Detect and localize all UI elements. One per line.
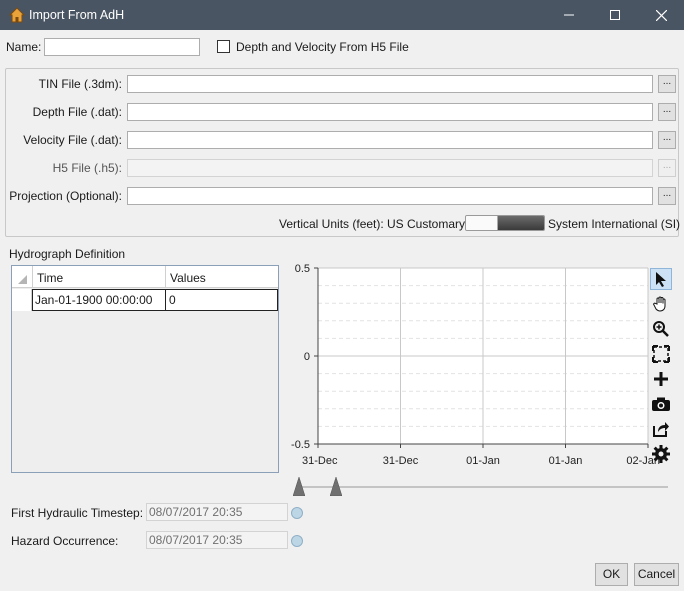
h5-file-label: H5 File (.h5): xyxy=(52,161,122,175)
chart-x-tick-label: 01-Jan xyxy=(549,455,583,467)
time-slider-end-thumb[interactable] xyxy=(330,477,342,496)
toggle-knob xyxy=(466,216,498,230)
velocity-browse-button[interactable]: ... xyxy=(658,131,676,149)
table-header: Time Values xyxy=(12,266,278,288)
export-tool[interactable] xyxy=(650,418,672,440)
velocity-file-label: Velocity File (.dat): xyxy=(23,133,122,147)
window-title: Import From AdH xyxy=(29,8,125,22)
add-point-icon xyxy=(654,372,668,386)
maximize-button[interactable] xyxy=(592,0,638,30)
chart-y-tick-label: -0.5 xyxy=(291,439,310,451)
first-timestep-indicator[interactable] xyxy=(291,507,303,519)
screenshot-tool[interactable] xyxy=(650,393,672,415)
chart-y-tick-label: 0 xyxy=(304,351,310,363)
projection-browse-button[interactable]: ... xyxy=(658,187,676,205)
file-group xyxy=(5,68,679,237)
units-us-customary-option[interactable]: US Customary xyxy=(387,217,465,231)
chart-x-tick-label: 31-Dec xyxy=(302,455,338,467)
minimize-icon xyxy=(564,14,574,16)
tin-file-label: TIN File (.3dm): xyxy=(38,77,122,91)
close-button[interactable] xyxy=(638,0,684,30)
vertical-units-label: Vertical Units (feet): xyxy=(279,217,384,231)
camera-icon xyxy=(652,397,670,411)
zoom-extents-icon xyxy=(652,345,670,363)
chart-y-tick-labels: 0.5 0 -0.5 xyxy=(291,263,310,451)
export-icon xyxy=(653,422,669,437)
projection-input[interactable] xyxy=(127,187,653,205)
zoom-tool[interactable] xyxy=(650,318,672,340)
hazard-occurrence-label: Hazard Occurrence: xyxy=(11,534,119,548)
select-all-corner-icon[interactable] xyxy=(18,275,27,284)
depth-browse-button[interactable]: ... xyxy=(658,103,676,121)
row-header[interactable] xyxy=(12,289,32,311)
cancel-button[interactable]: Cancel xyxy=(634,563,679,586)
zoom-extents-tool[interactable] xyxy=(650,343,672,365)
depth-file-label: Depth File (.dat): xyxy=(32,105,122,119)
column-header-values[interactable]: Values xyxy=(170,271,206,285)
velocity-file-input[interactable] xyxy=(127,131,653,149)
depth-file-input[interactable] xyxy=(127,103,653,121)
hydrograph-table[interactable]: Time Values Jan-01-1900 00:00:00 0 xyxy=(11,265,279,473)
h5-checkbox-label: Depth and Velocity From H5 File xyxy=(236,40,409,54)
h5-checkbox[interactable] xyxy=(217,40,230,53)
first-timestep-input[interactable]: 08/07/2017 20:35 xyxy=(146,503,288,521)
chart-y-tick-label: 0.5 xyxy=(295,263,310,275)
name-label: Name: xyxy=(6,40,42,54)
close-icon xyxy=(655,9,667,21)
minimize-button[interactable] xyxy=(546,0,592,30)
cell-value[interactable]: 0 xyxy=(169,293,176,307)
pan-hand-icon xyxy=(653,296,666,312)
cell-time[interactable]: Jan-01-1900 00:00:00 xyxy=(35,293,152,307)
units-si-option[interactable]: System International (SI) xyxy=(548,217,680,231)
hydrograph-section-title: Hydrograph Definition xyxy=(9,247,126,261)
column-header-time[interactable]: Time xyxy=(37,271,63,285)
settings-gear-icon xyxy=(652,445,670,463)
pan-tool[interactable] xyxy=(650,293,672,315)
time-slider-start-thumb[interactable] xyxy=(293,477,305,496)
tin-browse-button[interactable]: ... xyxy=(658,75,676,93)
chart-x-tick-labels: 31-Dec 31-Dec 01-Jan 01-Jan 02-Jan xyxy=(302,455,660,467)
chart-x-tick-label: 01-Jan xyxy=(466,455,500,467)
toggle-fill xyxy=(498,216,544,230)
settings-tool[interactable] xyxy=(650,443,672,465)
time-slider-track[interactable] xyxy=(296,486,668,488)
h5-browse-button[interactable]: ... xyxy=(658,159,676,177)
title-bar: Import From AdH xyxy=(0,0,684,30)
first-timestep-label: First Hydraulic Timestep: xyxy=(11,506,144,520)
units-toggle-switch[interactable] xyxy=(465,215,545,231)
h5-file-input[interactable] xyxy=(127,159,653,177)
select-arrow-icon xyxy=(656,272,666,287)
tin-file-input[interactable] xyxy=(127,75,653,93)
name-input[interactable] xyxy=(44,38,200,56)
ok-button[interactable]: OK xyxy=(595,563,628,586)
chart-x-tick-label: 31-Dec xyxy=(383,455,419,467)
hazard-occurrence-indicator[interactable] xyxy=(291,535,303,547)
hydrograph-chart[interactable]: 0.50-0.5 31-Dec 31-Dec 01-Jan 01-Jan 02-Jan xyxy=(284,262,680,477)
maximize-icon xyxy=(610,10,620,20)
app-house-icon xyxy=(8,7,26,23)
table-row[interactable]: Jan-01-1900 00:00:00 0 xyxy=(32,289,278,311)
projection-label: Projection (Optional): xyxy=(9,189,122,203)
select-arrow-tool[interactable] xyxy=(650,268,672,290)
add-point-tool[interactable] xyxy=(650,368,672,390)
hazard-occurrence-input[interactable]: 08/07/2017 20:35 xyxy=(146,531,288,549)
zoom-icon xyxy=(653,321,669,337)
